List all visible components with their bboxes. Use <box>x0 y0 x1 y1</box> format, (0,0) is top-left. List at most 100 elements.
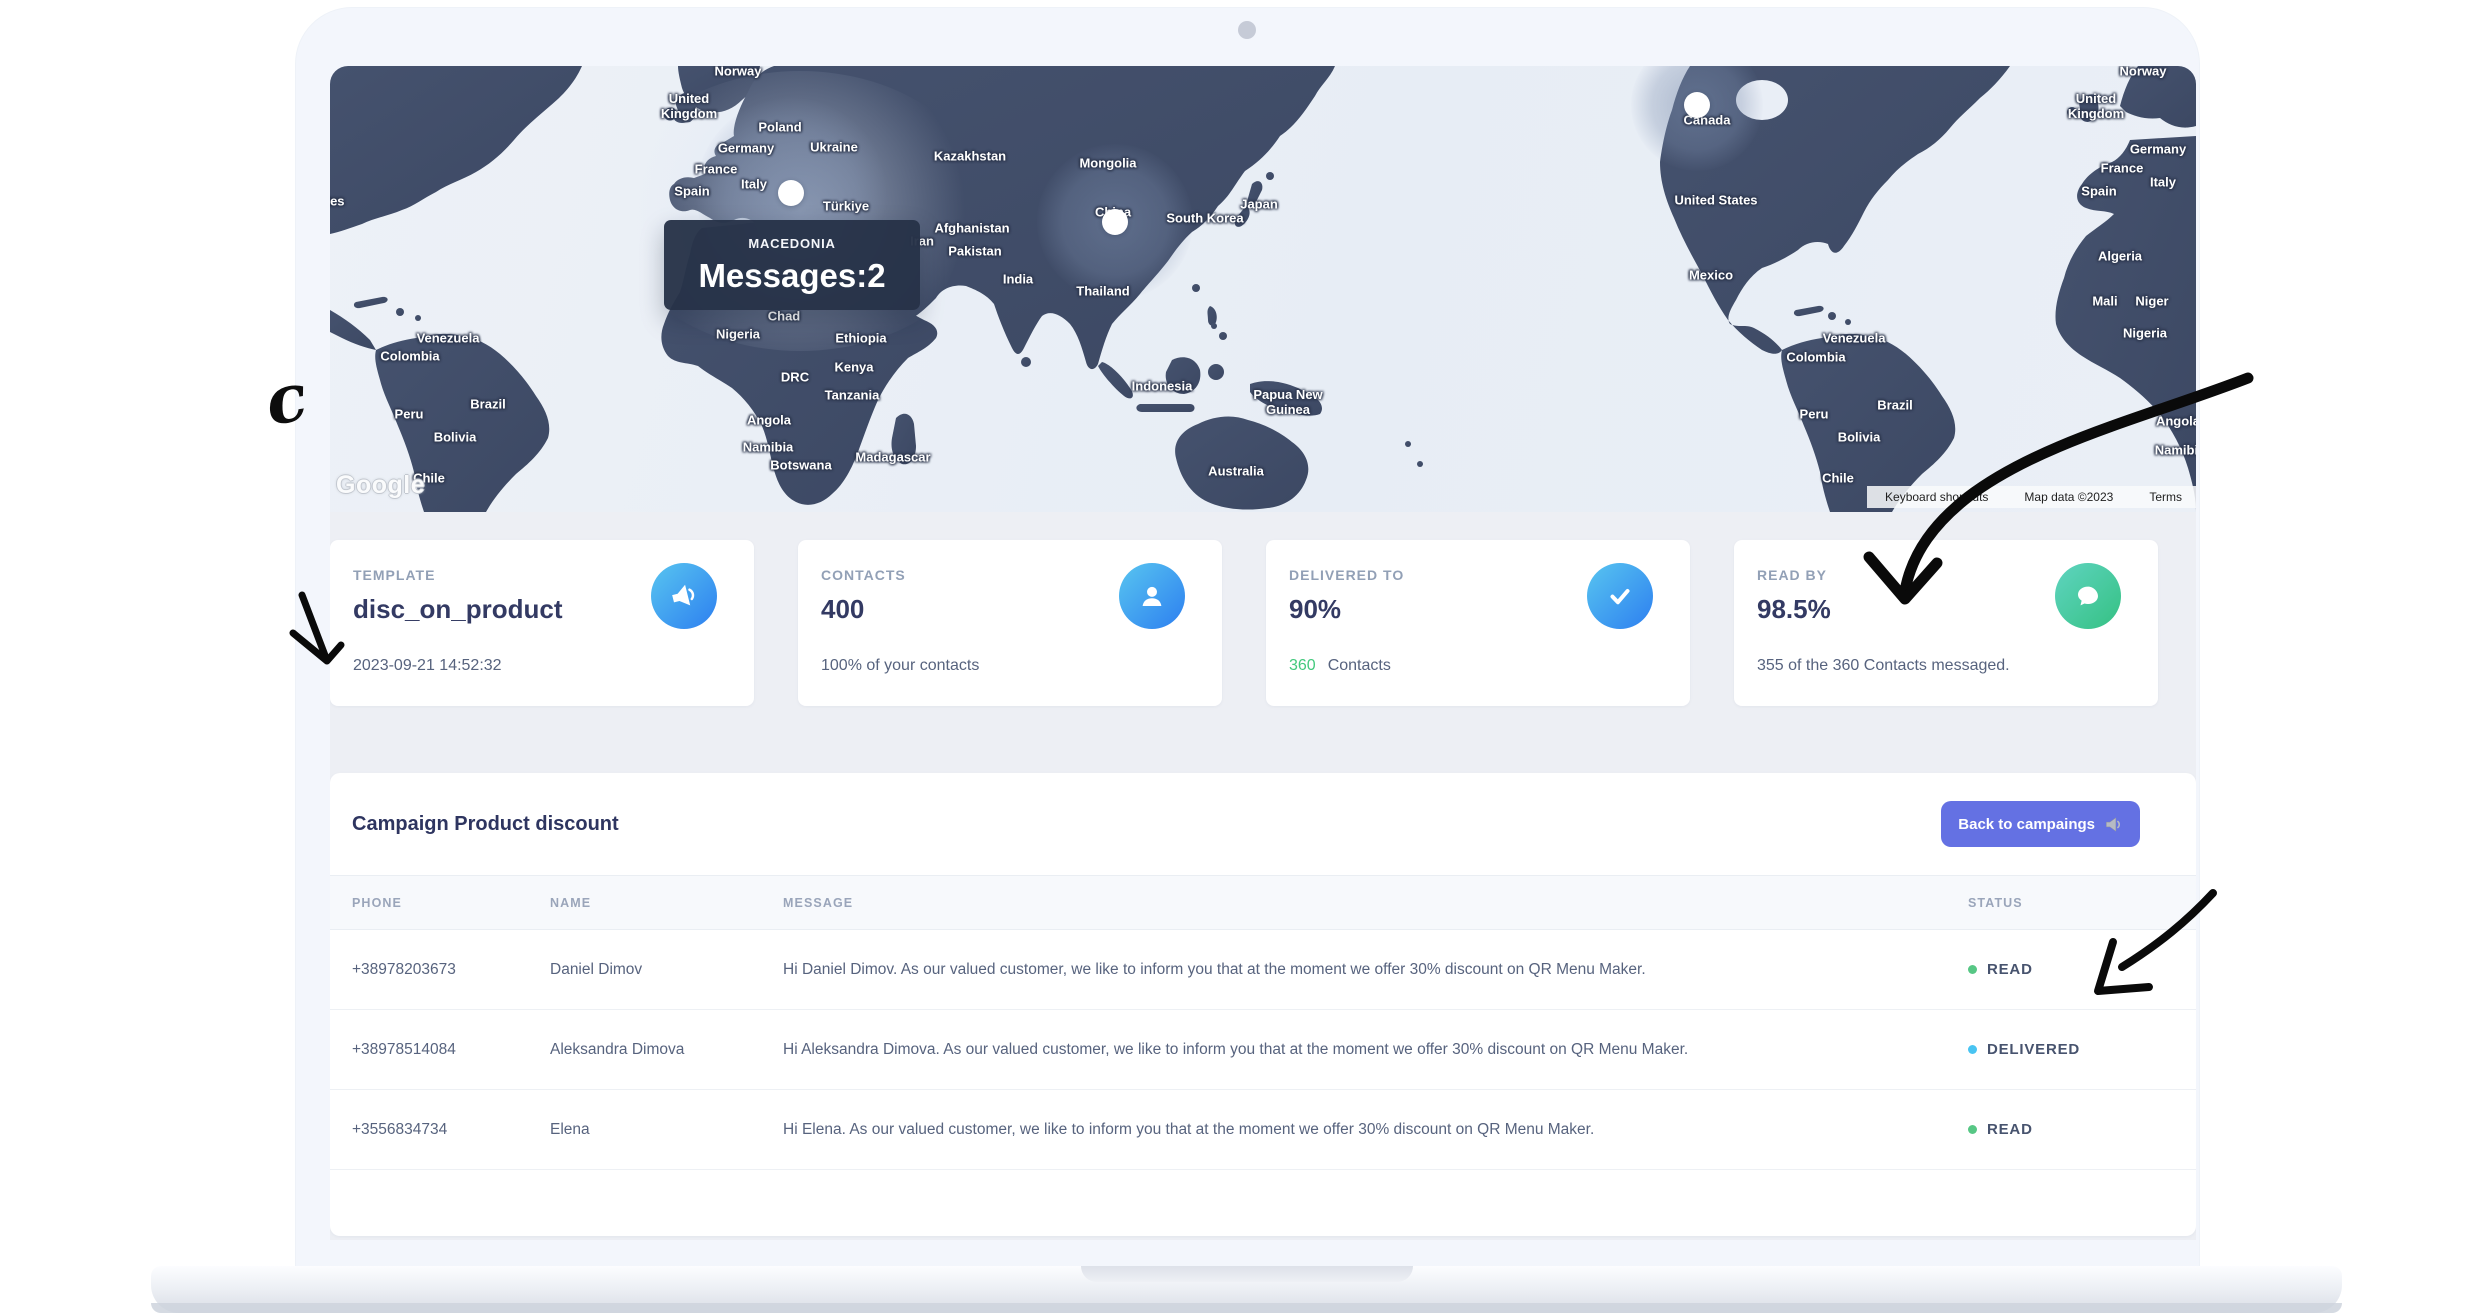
message-origin-dot <box>778 180 804 206</box>
check-icon <box>1587 563 1653 629</box>
country-label: Ethiopia <box>835 332 886 347</box>
country-label: Afghanistan <box>934 222 1009 237</box>
country-label: South Korea <box>1166 212 1243 227</box>
country-label: Namibia <box>2155 444 2196 459</box>
country-label: Madagascar <box>855 451 930 466</box>
country-label: Peru <box>395 408 424 423</box>
country-label: Venezuela <box>417 332 480 347</box>
country-label: Pakistan <box>948 245 1001 260</box>
country-label: France <box>695 163 738 178</box>
campaign-panel: Campaign Product discount Back to campai… <box>330 773 2196 1236</box>
stat-value: 90% <box>1289 594 1341 625</box>
stat-label: TEMPLATE <box>353 567 435 583</box>
stat-value: 98.5% <box>1757 594 1831 625</box>
country-label: Chile <box>1822 472 1854 487</box>
col-message: MESSAGE <box>783 896 1968 910</box>
megaphone-icon <box>651 563 717 629</box>
cell-phone: +3556834734 <box>352 1121 550 1139</box>
cell-status: READ <box>1968 961 2196 978</box>
stat-subtext: 360Contacts <box>1289 657 1391 675</box>
country-label: Nigeria <box>716 328 760 343</box>
stat-label: CONTACTS <box>821 567 906 583</box>
map-attribution-bar: Keyboard shortcuts Map data ©2023 Terms <box>1867 486 2196 508</box>
table-row: +38978203673 Daniel Dimov Hi Daniel Dimo… <box>330 930 2196 1010</box>
cell-status: READ <box>1968 1121 2196 1138</box>
col-name: NAME <box>550 896 783 910</box>
message-origin-dot <box>1102 209 1128 235</box>
country-label: Mali <box>2092 295 2117 310</box>
country-label: Türkiye <box>823 200 869 215</box>
stat-subtext: 2023-09-21 14:52:32 <box>353 657 502 675</box>
country-label: Peru <box>1800 408 1829 423</box>
stat-cards-row: TEMPLATE disc_on_product 2023-09-21 14:5… <box>330 540 2196 706</box>
table-row: +3556834734 Elena Hi Elena. As our value… <box>330 1090 2196 1170</box>
google-logo[interactable]: Google <box>336 471 425 500</box>
country-label: United Kingdom <box>2058 92 2134 122</box>
keyboard-shortcuts-link[interactable]: Keyboard shortcuts <box>1885 490 1988 504</box>
country-label: Venezuela <box>1823 332 1886 347</box>
country-label: Bolivia <box>434 431 477 446</box>
country-label: Colombia <box>380 350 439 365</box>
country-label: Brazil <box>1877 399 1912 414</box>
stat-value: 400 <box>821 594 864 625</box>
country-label: Papua New Guinea <box>1236 388 1340 418</box>
country-label: Colombia <box>1786 351 1845 366</box>
stat-card-contacts: CONTACTS 400 100% of your contacts <box>798 540 1222 706</box>
campaign-header: Campaign Product discount Back to campai… <box>330 773 2196 875</box>
stat-value: disc_on_product <box>353 594 562 625</box>
laptop-base-notch <box>1081 1266 1413 1282</box>
country-label: Bolivia <box>1838 431 1881 446</box>
country-label: United Kingdom <box>651 92 727 122</box>
status-badge: DELIVERED <box>1987 1041 2080 1058</box>
stat-card-delivered: DELIVERED TO 90% 360Contacts <box>1266 540 1690 706</box>
country-label: Mexico <box>1689 269 1733 284</box>
campaign-title: Campaign Product discount <box>352 813 619 836</box>
country-label: Norway <box>2120 66 2167 79</box>
country-label: Italy <box>741 178 767 193</box>
laptop-base <box>151 1266 2342 1313</box>
country-label: Namibia <box>743 441 794 456</box>
back-to-campaigns-button[interactable]: Back to campaings <box>1941 801 2140 847</box>
tooltip-country: MACEDONIA <box>748 236 835 251</box>
cell-phone: +38978514084 <box>352 1041 550 1059</box>
webcam-dot <box>1238 21 1256 39</box>
country-label: Spain <box>674 185 709 200</box>
country-label: Thailand <box>1076 285 1129 300</box>
terms-link[interactable]: Terms <box>2149 490 2182 504</box>
cell-phone: +38978203673 <box>352 961 550 979</box>
status-dot <box>1968 1045 1977 1054</box>
status-badge: READ <box>1987 1121 2033 1138</box>
dashboard-screen: United States Norway United Kingdom Poland G… <box>330 66 2196 1240</box>
world-map[interactable]: United States Norway United Kingdom Poland G… <box>330 66 2196 512</box>
country-label: United States <box>330 195 345 210</box>
megaphone-emoji-icon <box>2104 815 2123 834</box>
country-label: DRC <box>781 371 809 386</box>
country-label: Norway <box>715 66 762 79</box>
map-tooltip: MACEDONIA Messages:2 <box>664 220 920 310</box>
country-label: Kazakhstan <box>934 150 1006 165</box>
message-origin-dot <box>1684 92 1710 118</box>
stat-subtext: 100% of your contacts <box>821 657 979 675</box>
country-label: Algeria <box>2098 250 2142 265</box>
laptop-screen-bezel: United States Norway United Kingdom Poland G… <box>296 8 2199 1266</box>
country-label: Botswana <box>770 459 831 474</box>
tooltip-message-count: Messages:2 <box>698 257 885 295</box>
stat-label: READ BY <box>1757 567 1827 583</box>
country-label: Niger <box>2135 295 2168 310</box>
country-label: Germany <box>2130 143 2186 158</box>
stat-label: DELIVERED TO <box>1289 567 1404 583</box>
chat-bubble-icon <box>2055 563 2121 629</box>
table-row: +38978514084 Aleksandra Dimova Hi Aleksa… <box>330 1010 2196 1090</box>
table-body: +38978203673 Daniel Dimov Hi Daniel Dimo… <box>330 930 2196 1170</box>
country-label: Poland <box>758 121 801 136</box>
country-label: Chad <box>768 310 801 325</box>
table-header-row: PHONE NAME MESSAGE STATUS <box>330 875 2196 930</box>
country-label: Tanzania <box>825 389 880 404</box>
contact-person-icon <box>1119 563 1185 629</box>
status-badge: READ <box>1987 961 2033 978</box>
country-label: Ukraine <box>810 141 858 156</box>
country-label: Germany <box>718 142 774 157</box>
status-dot <box>1968 1125 1977 1134</box>
cell-name: Elena <box>550 1121 783 1139</box>
country-label: Angola <box>2156 415 2196 430</box>
